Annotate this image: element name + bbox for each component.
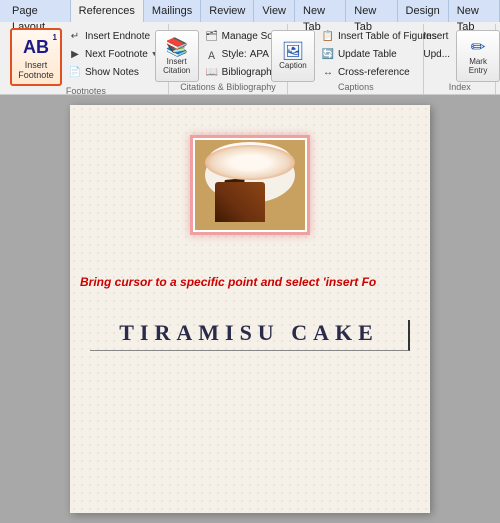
cake-image-container bbox=[190, 135, 310, 235]
insert-footnote-button[interactable]: AB1 Insert Footnote bbox=[10, 28, 62, 86]
insert-caption-label: Caption bbox=[279, 62, 307, 71]
mark-entry-button[interactable]: ✏ Mark Entry bbox=[456, 30, 500, 82]
tab-page-layout[interactable]: Page Layout bbox=[4, 0, 71, 22]
cake-svg bbox=[195, 140, 305, 230]
tab-mailings[interactable]: Mailings bbox=[144, 0, 201, 22]
captions-group-content: 🖼 Caption 📋 Insert Table of Figures 🔄 Up… bbox=[271, 26, 441, 82]
footnotes-group: AB1 Insert Footnote ↵ Insert Endnote ▶ N… bbox=[4, 24, 169, 94]
insert-citation-label: Insert Citation bbox=[158, 58, 196, 76]
insert-citation-icon: 📚 bbox=[165, 37, 187, 58]
update-index-label: Upd... bbox=[423, 49, 450, 60]
footnotes-group-label: Footnotes bbox=[66, 86, 106, 98]
insert-endnote-button[interactable]: ↵ Insert Endnote bbox=[64, 28, 162, 45]
cross-reference-label: Cross-reference bbox=[338, 67, 410, 78]
next-footnote-icon: ▶ bbox=[68, 49, 82, 60]
tab-new-tab-3[interactable]: New Tab bbox=[449, 0, 500, 22]
update-table-icon: 🔄 bbox=[321, 49, 335, 60]
tab-new-tab-2[interactable]: New Tab bbox=[346, 0, 397, 22]
cross-reference-icon: ↔ bbox=[321, 67, 335, 78]
insert-footnote-icon: AB1 bbox=[20, 33, 52, 61]
next-footnote-label: Next Footnote bbox=[85, 49, 148, 60]
mark-entry-icon: ✏ bbox=[471, 37, 486, 58]
ribbon-content: AB1 Insert Footnote ↵ Insert Endnote ▶ N… bbox=[0, 22, 500, 94]
document-title[interactable]: TIRAMISU CAKE bbox=[90, 320, 410, 351]
bibliography-label: Bibliography bbox=[222, 67, 277, 78]
footnotes-small-buttons: ↵ Insert Endnote ▶ Next Footnote ▼ 📄 Sho… bbox=[64, 28, 162, 81]
insert-endnote-label: Insert Endnote bbox=[85, 31, 150, 42]
tab-new-tab-1[interactable]: New Tab bbox=[295, 0, 346, 22]
show-notes-label: Show Notes bbox=[85, 67, 139, 78]
captions-group: 🖼 Caption 📋 Insert Table of Figures 🔄 Up… bbox=[288, 24, 424, 94]
captions-group-label: Captions bbox=[338, 82, 374, 94]
index-group-content: Insert Upd... ✏ Mark Entry bbox=[419, 26, 500, 82]
ribbon-tab-bar: Page Layout References Mailings Review V… bbox=[0, 0, 500, 22]
style-icon: Ａ bbox=[205, 47, 219, 62]
insert-caption-button[interactable]: 🖼 Caption bbox=[271, 30, 315, 82]
document-area: Bring cursor to a specific point and sel… bbox=[0, 95, 500, 523]
ab-text: AB1 bbox=[23, 38, 49, 56]
next-footnote-button[interactable]: ▶ Next Footnote ▼ bbox=[64, 46, 162, 63]
mark-entry-label: Mark Entry bbox=[459, 58, 497, 76]
document-page[interactable]: Bring cursor to a specific point and sel… bbox=[70, 105, 430, 513]
cake-image bbox=[195, 140, 305, 230]
update-table-label: Update Table bbox=[338, 49, 397, 60]
tab-review[interactable]: Review bbox=[201, 0, 254, 22]
instruction-text: Bring cursor to a specific point and sel… bbox=[80, 275, 420, 289]
insert-index-button[interactable]: Insert bbox=[419, 28, 454, 45]
tab-design[interactable]: Design bbox=[398, 0, 449, 22]
tab-references[interactable]: References bbox=[71, 0, 144, 22]
index-group-label: Index bbox=[449, 82, 471, 94]
tab-view[interactable]: View bbox=[254, 0, 295, 22]
manage-sources-icon: 🗂 bbox=[205, 31, 219, 42]
insert-footnote-label: Insert Footnote bbox=[14, 61, 58, 81]
index-small-buttons: Insert Upd... bbox=[419, 28, 454, 63]
ribbon: Page Layout References Mailings Review V… bbox=[0, 0, 500, 95]
index-group: Insert Upd... ✏ Mark Entry Index bbox=[424, 24, 496, 94]
insert-endnote-icon: ↵ bbox=[68, 31, 82, 42]
insert-index-label: Insert bbox=[423, 31, 448, 42]
insert-citation-button[interactable]: 📚 Insert Citation bbox=[155, 30, 199, 82]
footnotes-group-content: AB1 Insert Footnote ↵ Insert Endnote ▶ N… bbox=[10, 26, 162, 86]
bibliography-icon: 📖 bbox=[205, 67, 219, 78]
style-label: Style: bbox=[222, 49, 247, 60]
insert-caption-icon: 🖼 bbox=[282, 41, 305, 62]
show-notes-icon: 📄 bbox=[68, 67, 82, 78]
update-index-button[interactable]: Upd... bbox=[419, 46, 454, 63]
show-notes-button[interactable]: 📄 Show Notes bbox=[64, 64, 162, 81]
insert-table-of-figures-icon: 📋 bbox=[321, 31, 335, 42]
citations-group-label: Citations & Bibliography bbox=[180, 82, 276, 94]
